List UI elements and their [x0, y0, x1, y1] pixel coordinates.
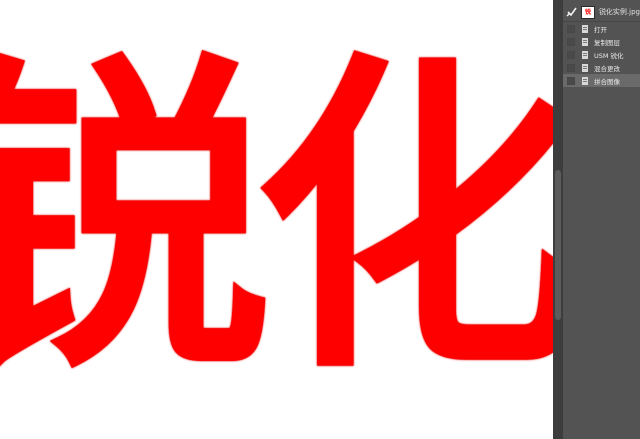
document-canvas[interactable]: 锐化: [0, 0, 553, 439]
history-item-duplicate-layer[interactable]: 复制图层: [563, 35, 640, 48]
history-item-label: 拼合图像: [594, 77, 620, 86]
history-item-usm-sharpen[interactable]: USM 锐化: [563, 48, 640, 61]
history-panel: 锐化 锐化实例.jpg 打开 复制图层 USM 锐化 混合更改 拼合图像: [563, 0, 640, 439]
history-item-open[interactable]: 打开: [563, 22, 640, 35]
history-item-label: USM 锐化: [594, 51, 624, 60]
history-state-icon: [582, 24, 588, 33]
history-item-flatten-image[interactable]: 拼合图像: [563, 74, 640, 87]
history-item-label: 混合更改: [594, 64, 620, 73]
history-item-blend-change[interactable]: 混合更改: [563, 61, 640, 74]
history-state-icon: [582, 76, 588, 85]
history-snapshot[interactable]: 锐化 锐化实例.jpg: [563, 3, 640, 21]
vertical-scrollbar[interactable]: [553, 0, 563, 439]
history-source-box[interactable]: [567, 50, 575, 59]
history-source-box[interactable]: [567, 76, 575, 85]
history-state-icon: [582, 63, 588, 72]
history-brush-icon[interactable]: [566, 6, 578, 18]
scrollbar-thumb[interactable]: [555, 170, 561, 320]
history-list: 打开 复制图层 USM 锐化 混合更改 拼合图像: [563, 22, 640, 87]
history-item-label: 打开: [594, 25, 607, 34]
canvas-text: 锐化: [0, 28, 553, 412]
snapshot-label: 锐化实例.jpg: [598, 8, 640, 16]
history-source-box[interactable]: [567, 24, 575, 33]
history-source-box[interactable]: [567, 63, 575, 72]
history-source-box[interactable]: [567, 37, 575, 46]
history-state-icon: [582, 50, 588, 59]
history-item-label: 复制图层: [594, 38, 620, 47]
snapshot-thumbnail: 锐化: [581, 5, 595, 19]
history-state-icon: [582, 37, 588, 46]
